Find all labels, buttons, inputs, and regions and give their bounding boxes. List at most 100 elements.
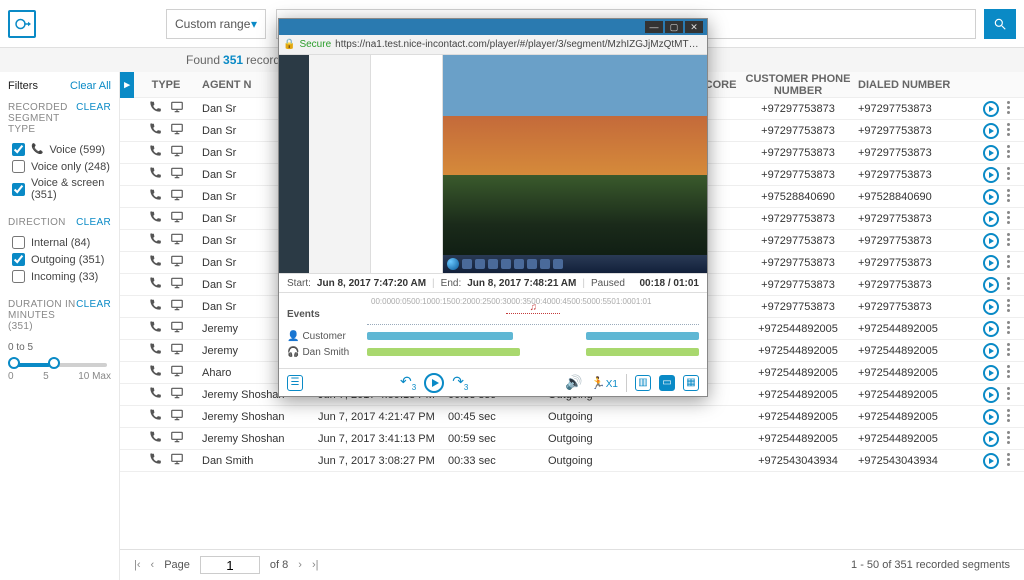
- row-menu-button[interactable]: [1007, 453, 1010, 469]
- maximize-button[interactable]: ▢: [665, 21, 683, 33]
- row-menu-button[interactable]: [1007, 365, 1010, 381]
- play-row-button[interactable]: [983, 299, 999, 315]
- play-row-button[interactable]: [983, 277, 999, 293]
- caption-button[interactable]: ☰: [287, 375, 303, 391]
- filter-checkbox[interactable]: [12, 236, 25, 249]
- row-menu-button[interactable]: [1007, 409, 1010, 425]
- voice-icon: [148, 254, 162, 271]
- player-url: https://na1.test.nice-incontact.com/play…: [335, 39, 703, 50]
- headset-icon: 🎧: [287, 347, 299, 358]
- customer-track[interactable]: [367, 332, 699, 340]
- filter-item[interactable]: Voice only (248): [8, 158, 111, 175]
- events-track[interactable]: ♫: [367, 310, 699, 318]
- filter-checkbox[interactable]: [12, 183, 25, 196]
- filter-item[interactable]: Incoming (33): [8, 268, 111, 285]
- speed-button[interactable]: 🏃X1: [591, 376, 618, 390]
- screen-icon: [170, 320, 184, 337]
- filter-checkbox[interactable]: [12, 270, 25, 283]
- filter-item[interactable]: Internal (84): [8, 234, 111, 251]
- play-row-button[interactable]: [983, 167, 999, 183]
- page-input[interactable]: [200, 556, 260, 574]
- row-menu-button[interactable]: [1007, 189, 1010, 205]
- play-row-button[interactable]: [983, 145, 999, 161]
- agent-track[interactable]: [367, 348, 699, 356]
- screen-icon: [170, 232, 184, 249]
- filter-item[interactable]: 📞Voice (599): [8, 141, 111, 158]
- play-row-button[interactable]: [983, 409, 999, 425]
- row-menu-button[interactable]: [1007, 255, 1010, 271]
- play-row-button[interactable]: [983, 387, 999, 403]
- col-type[interactable]: TYPE: [134, 79, 198, 91]
- voice-icon: [148, 210, 162, 227]
- voice-icon: [148, 342, 162, 359]
- page-last[interactable]: ›|: [312, 559, 319, 571]
- play-row-button[interactable]: [983, 255, 999, 271]
- play-row-button[interactable]: [983, 101, 999, 117]
- clear-all-link[interactable]: Clear All: [70, 80, 111, 92]
- layout-grid-button[interactable]: ▦: [683, 375, 699, 391]
- row-menu-button[interactable]: [1007, 123, 1010, 139]
- table-row[interactable]: Jeremy ShoshanJun 7, 2017 3:41:13 PM00:5…: [120, 428, 1024, 450]
- row-menu-button[interactable]: [1007, 343, 1010, 359]
- row-menu-button[interactable]: [1007, 167, 1010, 183]
- minimize-button[interactable]: —: [645, 21, 663, 33]
- table-row[interactable]: Jeremy ShoshanJun 7, 2017 4:21:47 PM00:4…: [120, 406, 1024, 428]
- duration-slider[interactable]: [12, 363, 107, 367]
- forward-button[interactable]: ↷3: [452, 373, 468, 392]
- filter-item[interactable]: Outgoing (351): [8, 251, 111, 268]
- secure-label: Secure: [299, 39, 331, 50]
- play-row-button[interactable]: [983, 321, 999, 337]
- play-row-button[interactable]: [983, 211, 999, 227]
- screen-icon: [170, 100, 184, 117]
- voice-icon: [148, 364, 162, 381]
- filter-duration-title: DURATION IN MINUTES (351): [8, 299, 76, 332]
- filter-type-clear[interactable]: Clear: [76, 102, 111, 135]
- voice-icon: [148, 320, 162, 337]
- layout-split-button[interactable]: ▥: [635, 375, 651, 391]
- page-first[interactable]: |‹: [134, 559, 141, 571]
- row-menu-button[interactable]: [1007, 431, 1010, 447]
- app-logo[interactable]: [8, 10, 36, 38]
- row-menu-button[interactable]: [1007, 211, 1010, 227]
- filter-checkbox[interactable]: [12, 143, 25, 156]
- filter-duration-clear[interactable]: Clear: [76, 299, 111, 332]
- filter-checkbox[interactable]: [12, 160, 25, 173]
- page-next[interactable]: ›: [298, 559, 302, 571]
- row-menu-button[interactable]: [1007, 277, 1010, 293]
- row-menu-button[interactable]: [1007, 145, 1010, 161]
- row-menu-button[interactable]: [1007, 299, 1010, 315]
- filter-toggle[interactable]: ▸: [120, 72, 134, 98]
- voice-icon: 📞: [31, 144, 43, 155]
- play-button[interactable]: [424, 373, 444, 393]
- volume-icon[interactable]: 🔊: [565, 374, 582, 391]
- page-prev[interactable]: ‹: [151, 559, 155, 571]
- close-button[interactable]: ✕: [685, 21, 703, 33]
- row-menu-button[interactable]: [1007, 387, 1010, 403]
- rewind-button[interactable]: ↶3: [400, 373, 416, 392]
- play-row-button[interactable]: [983, 233, 999, 249]
- voice-icon: [148, 100, 162, 117]
- row-menu-button[interactable]: [1007, 233, 1010, 249]
- col-phone[interactable]: CUSTOMER PHONE NUMBER: [738, 73, 858, 97]
- voice-icon: [148, 386, 162, 403]
- filter-checkbox[interactable]: [12, 253, 25, 266]
- filter-direction-clear[interactable]: Clear: [76, 217, 111, 228]
- play-row-button[interactable]: [983, 365, 999, 381]
- row-menu-button[interactable]: [1007, 101, 1010, 117]
- date-range-select[interactable]: Custom range ▾: [166, 9, 266, 39]
- screen-icon: [170, 430, 184, 447]
- play-row-button[interactable]: [983, 123, 999, 139]
- player-window: — ▢ ✕ 🔒 Secure https://na1.test.nice-inc…: [278, 18, 708, 397]
- play-row-button[interactable]: [983, 453, 999, 469]
- search-button[interactable]: [984, 9, 1016, 39]
- row-menu-button[interactable]: [1007, 321, 1010, 337]
- table-row[interactable]: Dan SmithJun 7, 2017 3:08:27 PM00:33 sec…: [120, 450, 1024, 472]
- col-dialed[interactable]: DIALED NUMBER: [858, 79, 968, 91]
- layout-screen-button[interactable]: ▭: [659, 375, 675, 391]
- play-row-button[interactable]: [983, 431, 999, 447]
- voice-icon: [148, 144, 162, 161]
- play-row-button[interactable]: [983, 189, 999, 205]
- filter-item[interactable]: Voice & screen (351): [8, 175, 111, 203]
- screen-recording-view: [279, 55, 707, 273]
- play-row-button[interactable]: [983, 343, 999, 359]
